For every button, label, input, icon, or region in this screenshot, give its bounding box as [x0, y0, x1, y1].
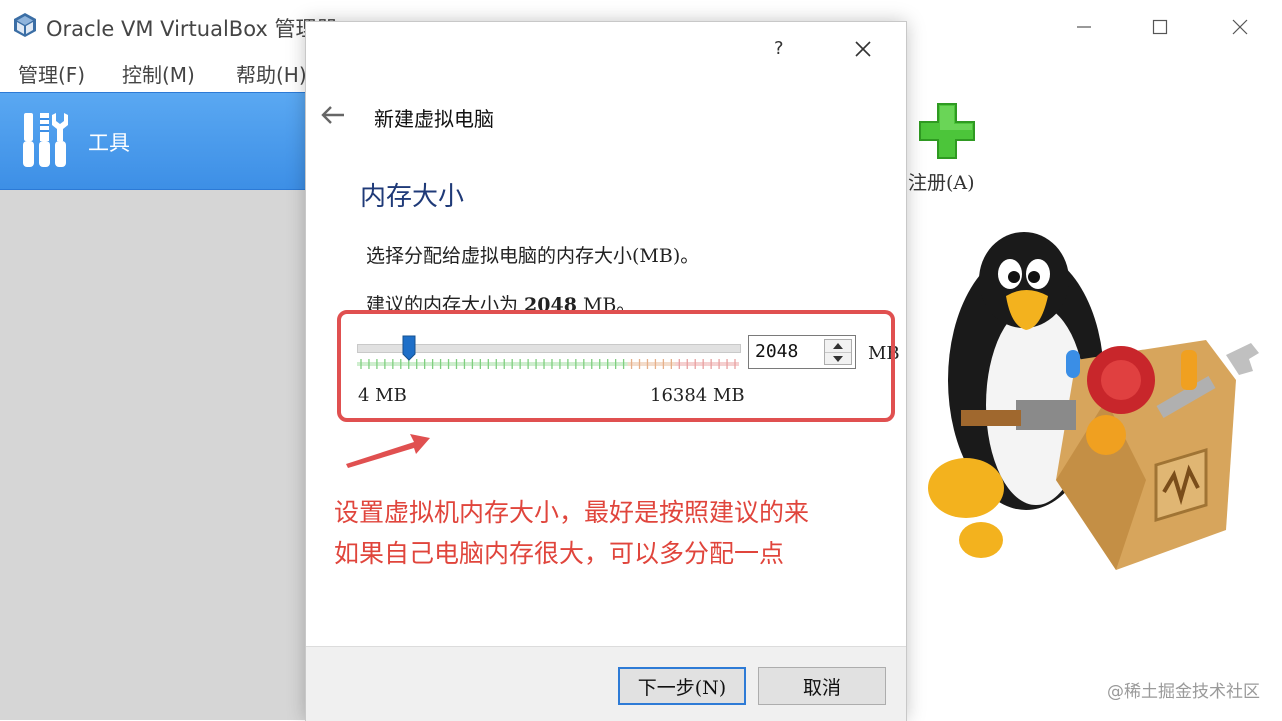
watermark: @稀土掘金技术社区 — [1107, 682, 1260, 702]
close-icon — [1232, 19, 1248, 35]
register-button[interactable]: 注册(A) — [906, 100, 996, 194]
menu-control[interactable]: 控制(M) — [122, 59, 195, 88]
minimize-icon — [1077, 26, 1091, 28]
section-title: 内存大小 — [360, 182, 465, 212]
annotation-highlight-box — [337, 310, 895, 422]
sidebar-item-tools[interactable]: 工具 — [0, 92, 306, 190]
wizard-title: 新建虚拟电脑 — [374, 107, 494, 131]
dialog-close-icon[interactable] — [848, 34, 878, 64]
annotation-line-2: 如果自己电脑内存很大，可以多分配一点 — [334, 539, 785, 568]
tools-icon — [23, 113, 68, 167]
window-title: Oracle VM VirtualBox 管理器 — [46, 17, 338, 41]
help-button[interactable]: ? — [774, 38, 784, 59]
green-plus-icon — [919, 103, 975, 159]
annotation-arrow-icon — [346, 434, 430, 468]
next-button[interactable]: 下一步(N) — [618, 667, 746, 705]
back-arrow-icon[interactable] — [320, 104, 346, 126]
minimize-button[interactable] — [1062, 10, 1106, 44]
sidebar: 工具 — [0, 92, 306, 720]
maximize-button[interactable] — [1138, 10, 1182, 44]
memory-description: 选择分配给虚拟电脑的内存大小(MB)。 — [366, 245, 700, 267]
virtualbox-logo — [14, 13, 36, 37]
menu-manage[interactable]: 管理(F) — [18, 59, 85, 88]
close-button[interactable] — [1218, 10, 1262, 44]
cancel-button[interactable]: 取消 — [758, 667, 886, 705]
dialog-footer: 下一步(N) 取消 — [306, 646, 906, 721]
annotation-text: 设置虚拟机内存大小，最好是按照建议的来 如果自己电脑内存很大，可以多分配一点 — [334, 492, 894, 574]
tools-label: 工具 — [88, 131, 130, 155]
annotation-line-1: 设置虚拟机内存大小，最好是按照建议的来 — [334, 498, 810, 527]
tools-pane: 注册(A) @稀土掘金技术社区 — [906, 92, 1282, 720]
penguin-toolbox-illustration — [928, 232, 1259, 570]
register-label: 注册(A) — [908, 172, 975, 194]
maximize-icon — [1152, 19, 1168, 35]
new-vm-dialog: ? 新建虚拟电脑 内存大小 选择分配给虚拟电脑的内存大小(MB)。 建议的内存大… — [306, 22, 906, 721]
menu-help[interactable]: 帮助(H) — [236, 59, 307, 88]
